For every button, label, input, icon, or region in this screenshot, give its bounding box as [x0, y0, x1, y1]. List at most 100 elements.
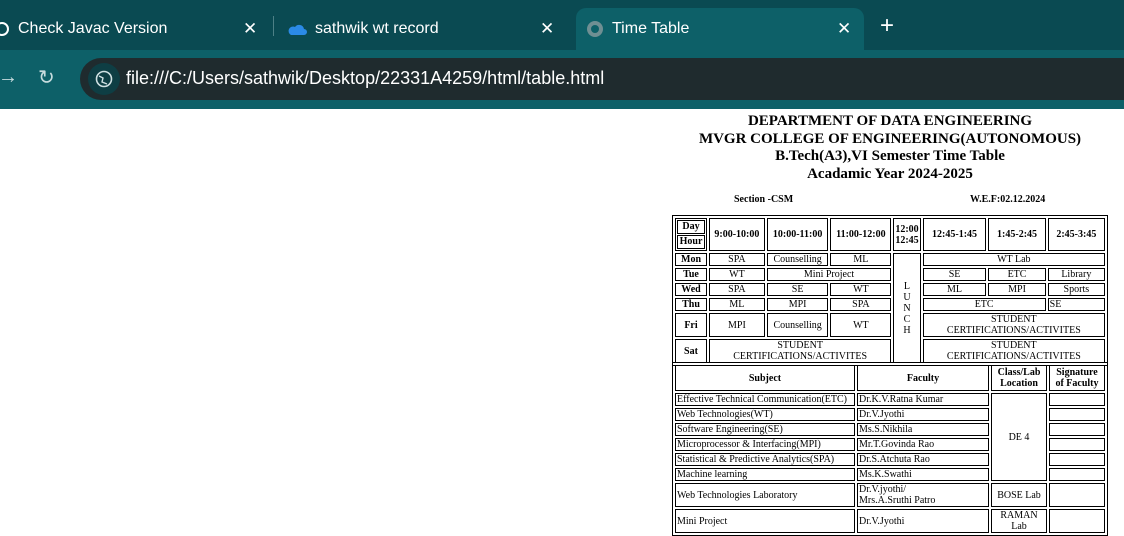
timetable-cell: SPA	[709, 283, 765, 296]
heading-line: Acadamic Year 2024-2025	[807, 165, 973, 182]
faculty-table: Subject Faculty Class/Lab Location Signa…	[672, 362, 1108, 536]
faculty-cell: Ms.S.Nikhila	[857, 423, 989, 436]
timetable-cell: ML	[709, 298, 765, 311]
signature-cell	[1049, 509, 1105, 533]
location-header: Class/Lab Location	[991, 365, 1047, 391]
timetable-cell: WT	[830, 313, 892, 337]
forward-icon[interactable]: →	[0, 66, 18, 89]
signature-cell	[1049, 483, 1105, 507]
tab-title: Check Javac Version	[18, 20, 168, 37]
day-cell: Sat	[675, 339, 707, 363]
day-cell: Wed	[675, 283, 707, 296]
timetable-cell: SPA	[709, 253, 765, 266]
close-icon[interactable]: ✕	[243, 19, 257, 39]
slot-header: 1:45-2:45	[988, 218, 1046, 251]
timetable-cell: Library	[1047, 268, 1105, 281]
timetable: Day Hour 9:00-10:00 10:00-11:00 11:00-12…	[672, 215, 1108, 366]
day-cell: Thu	[675, 298, 707, 311]
timetable-cell: ETC	[988, 268, 1046, 281]
location-cell: DE 4	[991, 393, 1047, 481]
faculty-cell: Dr.K.V.Ratna Kumar	[857, 393, 989, 406]
timetable-cell: STUDENT CERTIFICATIONS/ACTIVITES	[709, 339, 892, 363]
day-cell: Tue	[675, 268, 707, 281]
faculty-cell: Ms.K.Swathi	[857, 468, 989, 481]
subject-cell: Web Technologies Laboratory	[675, 483, 855, 507]
location-cell: BOSE Lab	[991, 483, 1047, 507]
timetable-cell: MPI	[709, 313, 765, 337]
day-cell: Mon	[675, 253, 707, 266]
timetable-cell: SPA	[830, 298, 892, 311]
location-cell: RAMAN Lab	[991, 509, 1047, 533]
close-icon[interactable]: ✕	[540, 19, 554, 39]
signature-cell	[1049, 453, 1105, 466]
timetable-cell: SE	[922, 268, 987, 281]
reload-icon[interactable]: ↻	[38, 65, 55, 90]
faculty-cell: Dr.V.Jyothi	[857, 408, 989, 421]
tab-sathwik-record[interactable]: sathwik wt record ✕	[287, 8, 567, 50]
subject-cell: Web Technologies(WT)	[675, 408, 855, 421]
slot-header: 12:00 12:45	[893, 218, 921, 251]
page-content: DEPARTMENT OF DATA ENGINEERING MVGR COLL…	[0, 109, 1124, 536]
tab-title: sathwik wt record	[315, 20, 439, 37]
tab-time-table[interactable]: Time Table ✕	[576, 8, 864, 50]
signature-cell	[1049, 393, 1105, 406]
timetable-cell: ETC	[922, 298, 1046, 311]
day-cell: Fri	[675, 313, 707, 337]
heading-line: B.Tech(A3),VI Semester Time Table	[775, 148, 1005, 164]
timetable-cell: WT Lab	[922, 253, 1105, 266]
subject-header: Subject	[675, 365, 855, 391]
tab-divider	[273, 16, 274, 36]
timetable-cell: WT	[830, 283, 892, 296]
faculty-cell: Dr.S.Atchuta Rao	[857, 453, 989, 466]
heading-line: MVGR COLLEGE OF ENGINEERING(AUTONOMOUS)	[698, 130, 1082, 147]
section-label: Section -CSM	[734, 194, 794, 205]
faculty-header: Faculty	[857, 365, 989, 391]
tab-check-javac[interactable]: Check Javac Version ✕	[0, 8, 270, 50]
onedrive-cloud-icon	[288, 24, 307, 35]
subject-cell: Statistical & Predictive Analytics(SPA)	[675, 453, 855, 466]
timetable-cell: STUDENT CERTIFICATIONS/ACTIVITES	[922, 313, 1105, 337]
tab-title: Time Table	[612, 20, 690, 37]
globe-icon	[587, 21, 603, 37]
timetable-cell: MPI	[766, 298, 829, 311]
slot-header: 2:45-3:45	[1047, 218, 1105, 251]
timetable-cell: Mini Project	[766, 268, 892, 281]
day-label: Day	[677, 220, 705, 234]
faculty-cell: Mr.T.Govinda Rao	[857, 438, 989, 451]
slot-header: 10:00-11:00	[766, 218, 829, 251]
subject-cell: Software Engineering(SE)	[675, 423, 855, 436]
faculty-cell: Dr.V.Jyothi	[857, 509, 989, 533]
timetable-cell: STUDENT CERTIFICATIONS/ACTIVITES	[922, 339, 1105, 363]
openai-icon	[0, 22, 9, 36]
close-icon[interactable]: ✕	[837, 19, 851, 39]
signature-cell	[1049, 408, 1105, 421]
subject-cell: Machine learning	[675, 468, 855, 481]
faculty-line: Mrs.A.Sruthi Patro	[859, 495, 936, 506]
slot-header: 12:45-1:45	[922, 218, 987, 251]
signature-cell	[1049, 423, 1105, 436]
wef-label: W.E.F:02.12.2024	[970, 194, 1046, 205]
faculty-line: Dr.V.jyothi/	[859, 484, 907, 495]
heading-line: DEPARTMENT OF DATA ENGINEERING	[747, 113, 1033, 129]
subject-cell: Mini Project	[675, 509, 855, 533]
timetable-cell: SE	[766, 283, 829, 296]
subject-cell: Microprocessor & Interfacing(MPI)	[675, 438, 855, 451]
url-text[interactable]: file:///C:/Users/sathwik/Desktop/22331A4…	[126, 68, 604, 89]
subject-cell: Effective Technical Communication(ETC)	[675, 393, 855, 406]
new-tab-plus-icon[interactable]: +	[880, 12, 894, 40]
site-info-globe-icon[interactable]	[88, 63, 120, 95]
timetable-cell: ML	[922, 283, 987, 296]
timetable-cell: Counselling	[766, 313, 829, 337]
page-heading: DEPARTMENT OF DATA ENGINEERING MVGR COLL…	[672, 113, 1108, 183]
hour-label: Hour	[677, 235, 705, 249]
lunch-label: LUNCH	[903, 280, 911, 336]
timetable-cell: Counselling	[766, 253, 829, 266]
signature-cell	[1049, 468, 1105, 481]
faculty-cell: Dr.V.jyothi/ Mrs.A.Sruthi Patro	[857, 483, 989, 507]
timetable-cell: WT	[709, 268, 765, 281]
signature-header: Signature of Faculty	[1049, 365, 1105, 391]
slot-header: 11:00-12:00	[830, 218, 892, 251]
signature-cell	[1049, 438, 1105, 451]
slot-header: 9:00-10:00	[709, 218, 765, 251]
timetable-cell: Sports	[1047, 283, 1105, 296]
